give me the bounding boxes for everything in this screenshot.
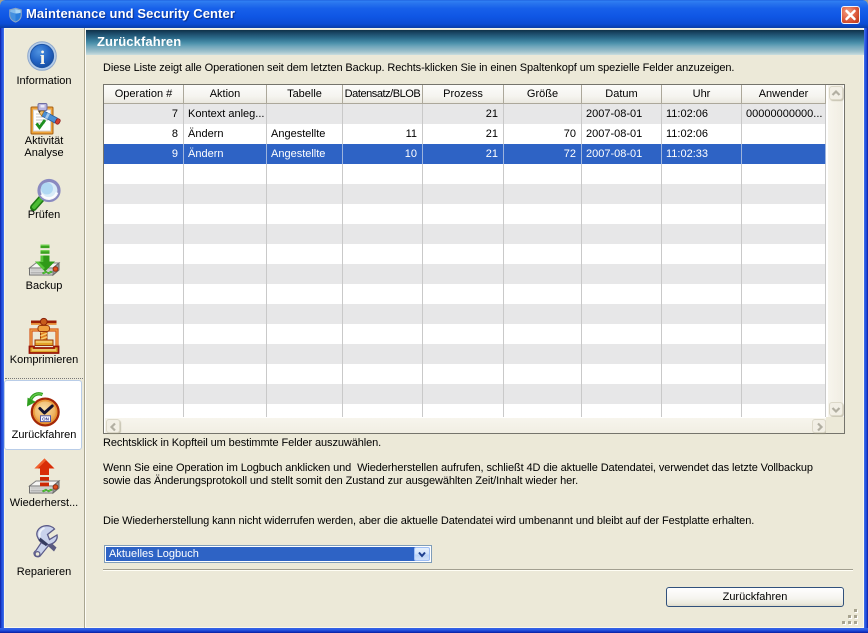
- svg-text:ON: ON: [42, 417, 49, 422]
- svg-text:i: i: [40, 48, 45, 69]
